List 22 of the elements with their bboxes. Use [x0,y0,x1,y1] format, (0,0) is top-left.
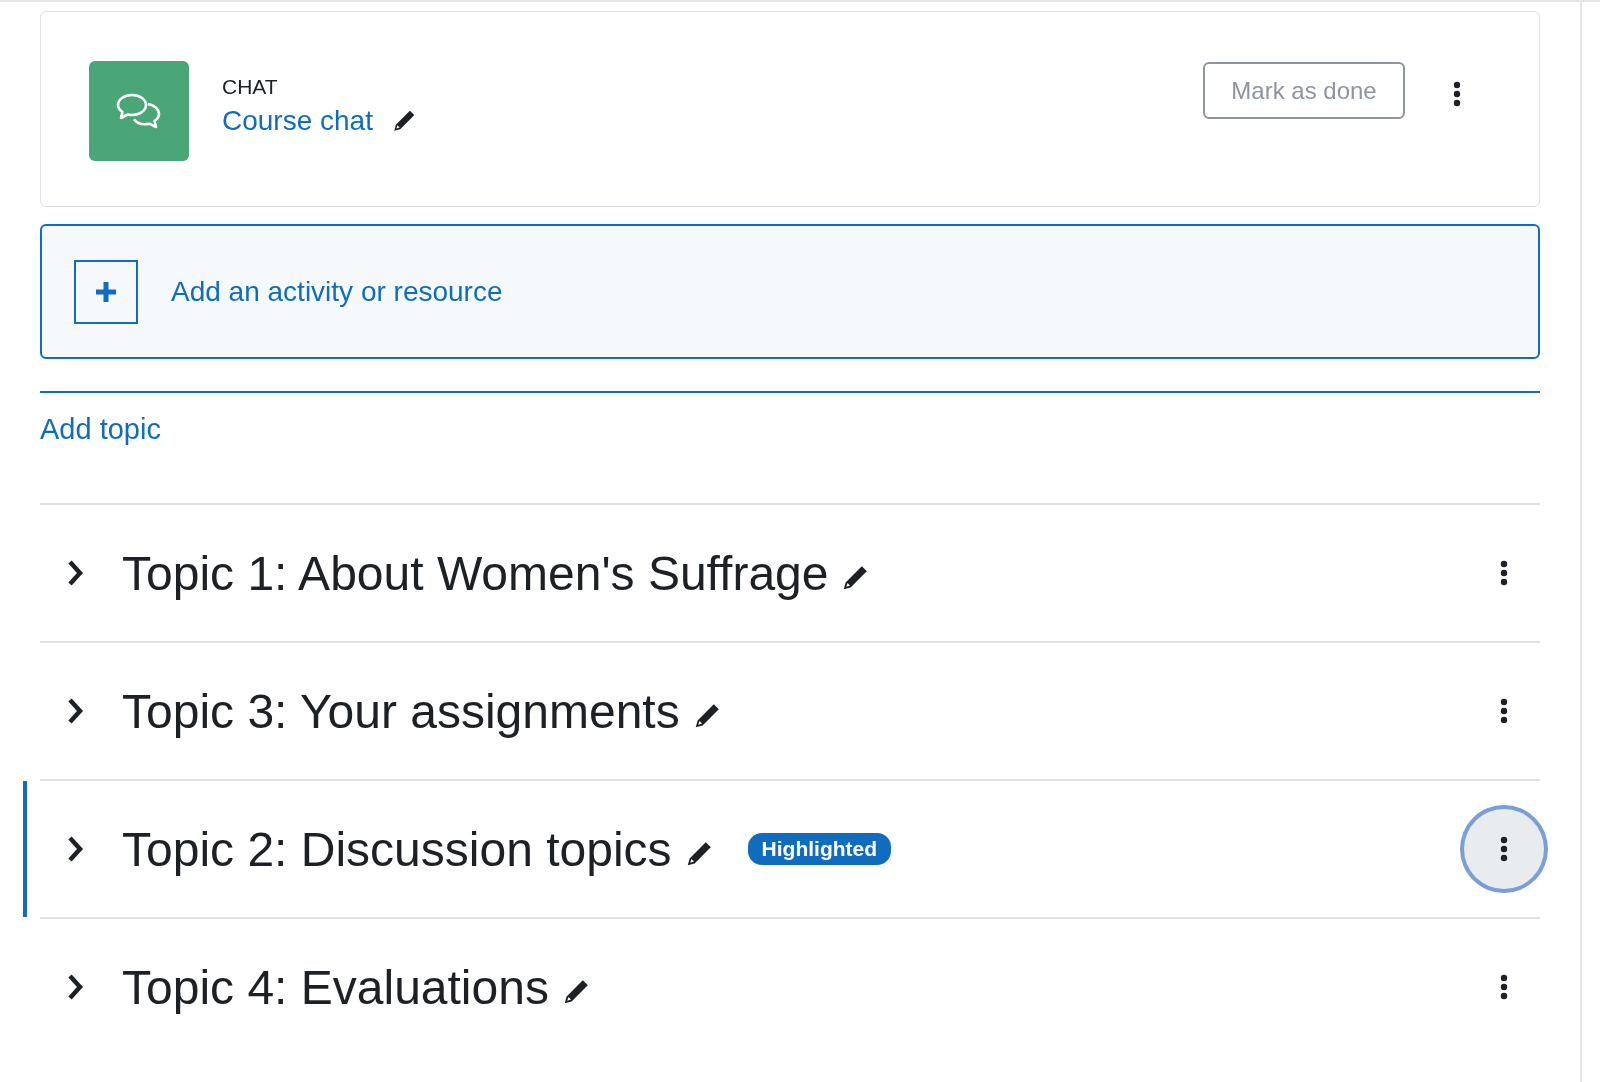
chevron-icon[interactable] [66,972,84,1002]
more-options-icon [1500,836,1508,862]
topic-title[interactable]: Topic 4: Evaluations [122,959,549,1015]
more-options-icon [1500,560,1508,586]
highlighted-badge: Highlighted [747,833,892,865]
activity-type-label: CHAT [222,75,279,99]
topic-title[interactable]: Topic 3: Your assignments [122,683,680,739]
activity-link[interactable]: Course chat [222,105,373,137]
add-activity-label: Add an activity or resource [171,275,503,308]
topic-title[interactable]: Topic 2: Discussion topics [122,821,672,877]
chevron-icon[interactable] [66,834,84,864]
topic-menu-button[interactable] [1464,809,1544,889]
chevron-icon[interactable] [66,696,84,726]
plus-icon [74,259,138,324]
more-options-icon[interactable] [1453,81,1461,107]
add-activity-button[interactable]: Add an activity or resource [40,224,1540,359]
chevron-icon[interactable] [66,558,84,588]
topic-title[interactable]: Topic 1: About Women's Suffrage [122,545,829,601]
more-options-icon [1500,974,1508,1000]
chat-bubbles-icon [89,61,189,161]
more-options-icon [1500,698,1508,724]
add-topic-link[interactable]: Add topic [40,413,1540,446]
